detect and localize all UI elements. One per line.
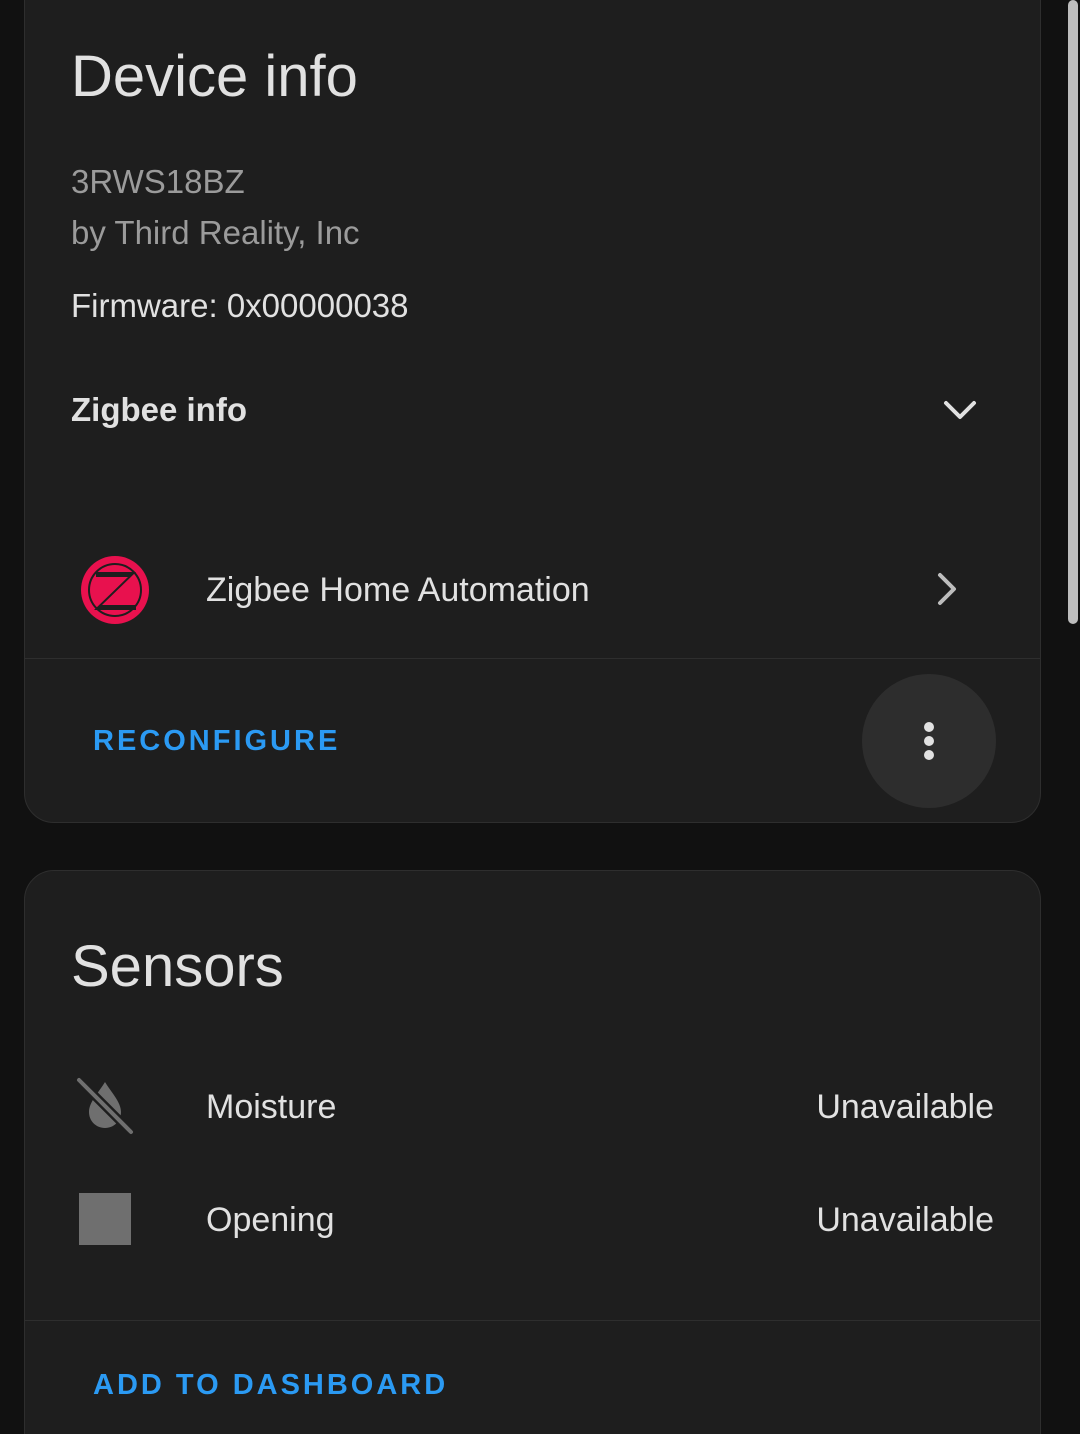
card-actions-divider <box>25 658 1040 659</box>
chevron-right-icon <box>938 573 956 605</box>
zigbee-info-expander[interactable]: Zigbee info <box>71 381 994 441</box>
add-to-dashboard-button[interactable]: ADD TO DASHBOARD <box>93 1371 448 1400</box>
zigbee-info-label: Zigbee info <box>71 391 247 428</box>
scrollbar[interactable] <box>1068 0 1078 624</box>
sensor-name: Moisture <box>206 1088 337 1126</box>
device-firmware: Firmware: 0x00000038 <box>71 287 409 324</box>
integration-label: Zigbee Home Automation <box>206 571 590 609</box>
sensor-state: Unavailable <box>816 1088 994 1126</box>
sensor-row-opening[interactable]: Opening Unavailable <box>25 1167 1040 1267</box>
chevron-down-icon <box>944 401 976 419</box>
zigbee-logo-icon <box>81 556 149 624</box>
integration-row-zha[interactable]: Zigbee Home Automation <box>25 535 1040 645</box>
sensor-name: Opening <box>206 1201 335 1239</box>
dots-vertical-icon <box>924 722 934 760</box>
overflow-menu-button[interactable] <box>862 674 996 808</box>
device-info-title: Device info <box>71 44 358 109</box>
device-manufacturer: by Third Reality, Inc <box>71 214 360 251</box>
square-icon <box>79 1193 131 1245</box>
device-page: Device info 3RWS18BZ by Third Reality, I… <box>0 0 1080 1434</box>
reconfigure-button[interactable]: RECONFIGURE <box>93 727 340 756</box>
water-off-icon <box>75 1076 135 1136</box>
device-model: 3RWS18BZ <box>71 163 245 200</box>
sensors-card: Sensors Moisture Unavailable Opening Una… <box>24 870 1041 1434</box>
card-actions-divider <box>25 1320 1040 1321</box>
sensor-state: Unavailable <box>816 1201 994 1239</box>
device-info-card: Device info 3RWS18BZ by Third Reality, I… <box>24 0 1041 823</box>
sensors-title: Sensors <box>71 934 284 999</box>
sensor-row-moisture[interactable]: Moisture Unavailable <box>25 1054 1040 1154</box>
